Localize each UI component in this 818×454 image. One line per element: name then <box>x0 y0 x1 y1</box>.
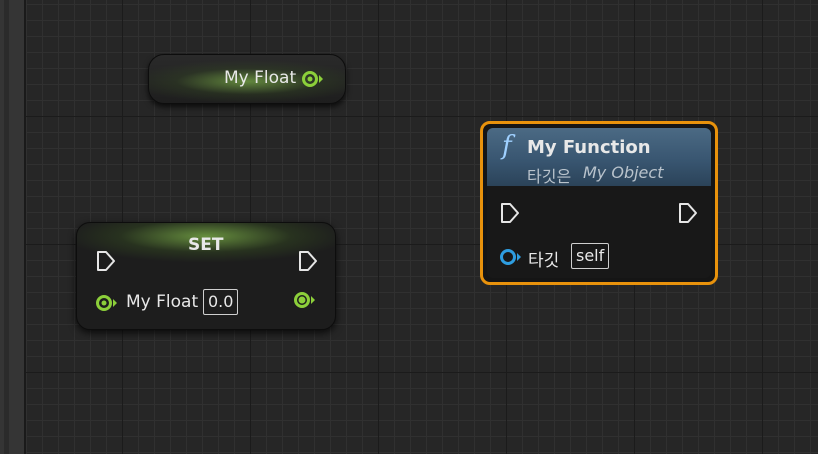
function-title: My Function <box>527 137 651 158</box>
getter-node-my-float[interactable]: My Float <box>148 54 346 104</box>
float-output-pin-icon[interactable] <box>293 290 319 310</box>
target-self-field[interactable]: self <box>571 243 610 269</box>
exec-input-pin-icon[interactable] <box>95 249 117 273</box>
float-input-pin-icon[interactable] <box>95 293 121 313</box>
function-node-my-function[interactable]: f My Function 타깃은 My Object 타깃 self <box>480 121 718 285</box>
target-label: 타깃 <box>528 251 560 271</box>
getter-label: My Float <box>224 68 297 88</box>
exec-output-pin-icon[interactable] <box>677 201 699 225</box>
function-node-body: f My Function 타깃은 My Object 타깃 self <box>487 128 711 278</box>
target-input-pin-icon[interactable] <box>499 247 525 267</box>
function-subtitle-prefix: 타깃은 <box>527 167 572 186</box>
exec-output-pin-icon[interactable] <box>297 249 319 273</box>
left-panel-edge <box>0 0 26 454</box>
set-input-label: My Float <box>126 292 199 312</box>
set-node[interactable]: SET My Float 0.0 <box>76 222 336 330</box>
function-icon: f <box>502 131 512 161</box>
set-node-title: SET <box>188 235 224 255</box>
function-subtitle-object: My Object <box>583 163 664 182</box>
float-output-pin-icon[interactable] <box>301 69 327 89</box>
float-value-input[interactable]: 0.0 <box>203 289 239 315</box>
exec-input-pin-icon[interactable] <box>499 201 521 225</box>
